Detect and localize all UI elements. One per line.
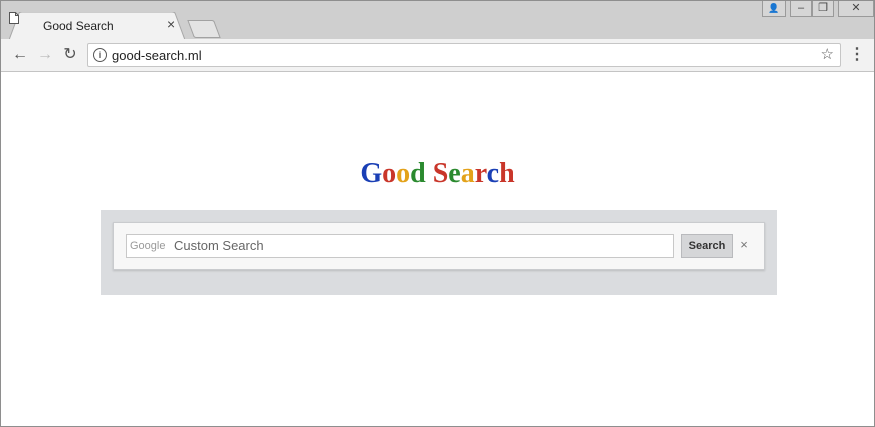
url-text[interactable]: good-search.ml — [112, 48, 202, 63]
forward-icon[interactable]: → — [35, 45, 55, 65]
logo-letter: e — [448, 158, 461, 189]
logo-letter: a — [460, 158, 475, 189]
address-bar[interactable]: i good-search.ml ☆ — [87, 43, 841, 67]
clear-icon[interactable]: × — [738, 236, 750, 254]
minimize-icon: ‒ — [797, 2, 805, 14]
profile-button[interactable]: 👤 — [762, 1, 786, 17]
info-icon[interactable]: i — [93, 48, 107, 62]
restore-button[interactable]: ❐ — [812, 1, 834, 17]
search-panel: Google Custom Search Search × — [101, 210, 777, 295]
back-icon[interactable]: ← — [10, 45, 30, 65]
search-placeholder: Custom Search — [174, 238, 264, 253]
site-logo: Good Search — [1, 158, 874, 190]
logo-letter: d — [410, 158, 426, 189]
logo-letter — [426, 158, 433, 189]
new-tab-button[interactable] — [187, 20, 221, 38]
search-input[interactable]: Google Custom Search — [126, 234, 674, 258]
minimize-button[interactable]: ‒ — [790, 1, 812, 17]
title-bar: Good Search × 👤 ‒ ❐ ✕ — [1, 1, 874, 40]
restore-icon: ❐ — [818, 2, 828, 14]
user-icon: 👤 — [768, 3, 780, 13]
browser-toolbar: ← → ↻ i good-search.ml ☆ ⋮ — [1, 39, 874, 72]
logo-letter: G — [360, 158, 383, 189]
menu-icon[interactable]: ⋮ — [849, 45, 865, 65]
logo-letter: S — [432, 158, 449, 189]
close-icon: ✕ — [851, 2, 861, 14]
logo-letter: o — [382, 158, 397, 189]
tab-close-icon[interactable]: × — [167, 16, 175, 32]
search-button[interactable]: Search — [681, 234, 733, 258]
logo-letter: c — [486, 158, 500, 189]
page-icon — [9, 12, 19, 24]
logo-letter: r — [474, 158, 487, 189]
page-content: Good Search Google Custom Search Search … — [1, 72, 874, 426]
star-icon[interactable]: ☆ — [821, 45, 834, 63]
logo-letter: h — [499, 158, 515, 189]
reload-icon[interactable]: ↻ — [60, 45, 80, 65]
google-watermark: Google — [130, 240, 166, 252]
logo-letter: o — [396, 158, 411, 189]
browser-window: Good Search × 👤 ‒ ❐ ✕ ← → ↻ i good-searc… — [0, 0, 875, 427]
search-box: Google Custom Search Search × — [113, 222, 765, 270]
tab-title: Good Search — [43, 19, 114, 33]
tab-good-search[interactable]: Good Search × — [9, 12, 185, 40]
close-window-button[interactable]: ✕ — [838, 1, 874, 17]
